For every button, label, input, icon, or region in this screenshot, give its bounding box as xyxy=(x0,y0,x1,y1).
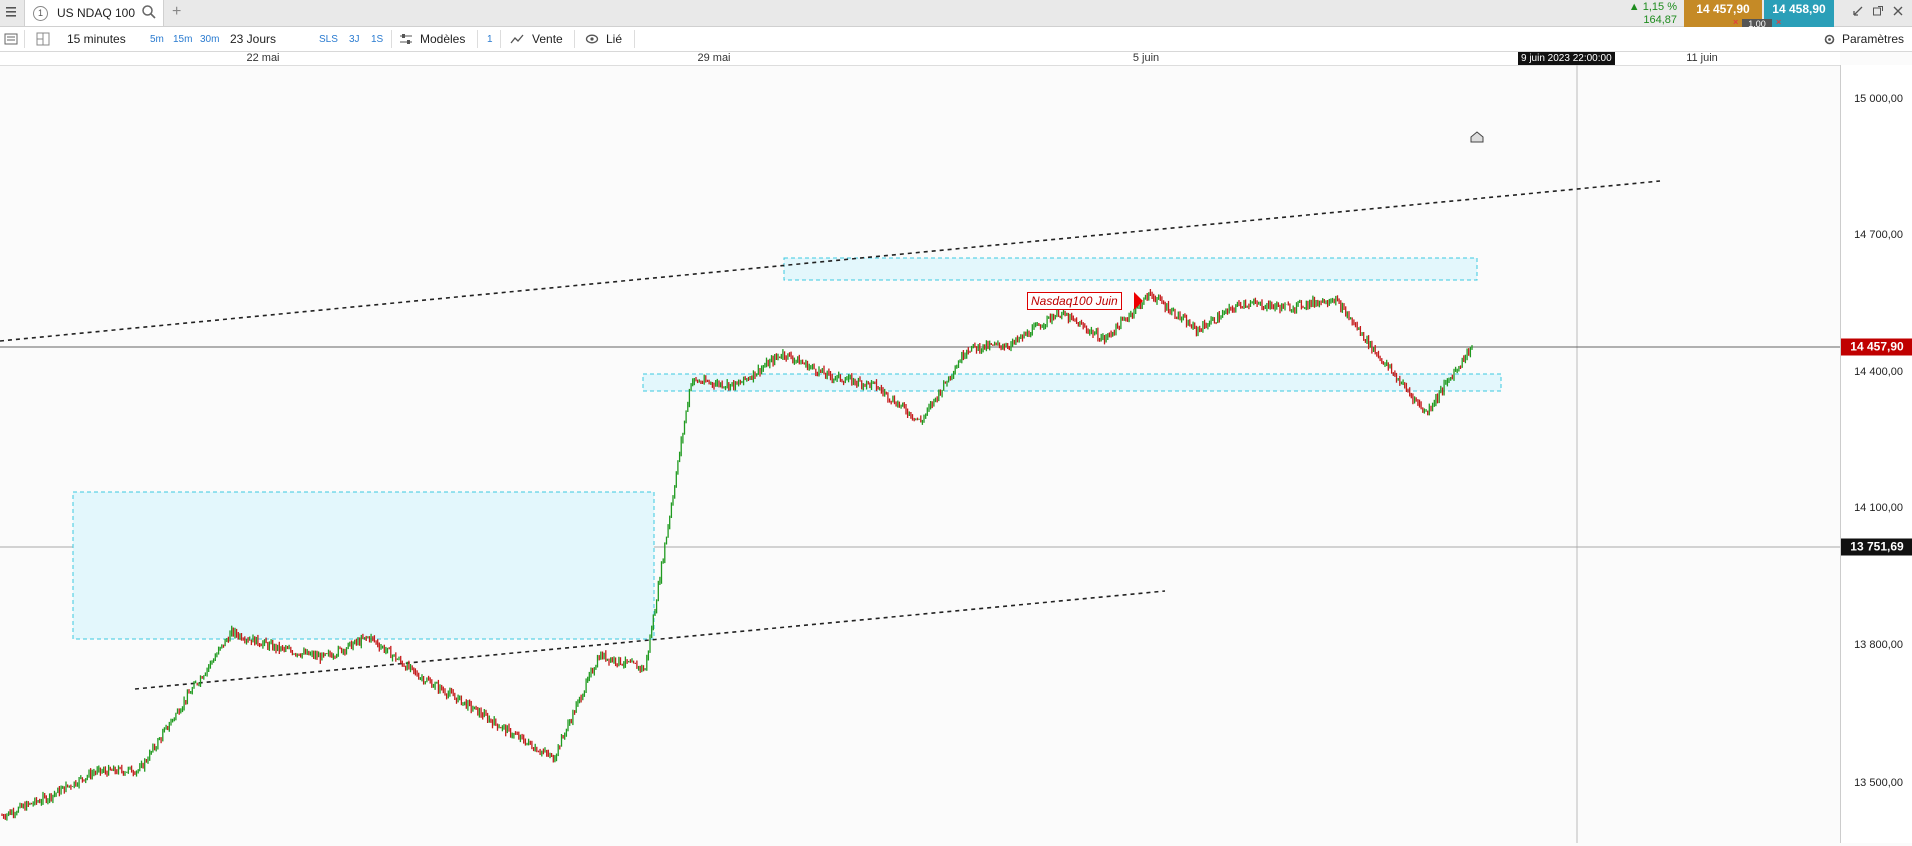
range-1s-button[interactable]: 1S xyxy=(371,34,383,45)
price-axis: 15 000,00 14 700,00 14 400,00 14 100,00 … xyxy=(1840,65,1912,843)
models-button[interactable]: Modèles xyxy=(420,32,465,46)
close-icon[interactable] xyxy=(1892,5,1904,17)
add-tab-button[interactable]: + xyxy=(172,3,181,21)
range-select[interactable]: 23 Jours xyxy=(230,32,276,46)
price-label: 15 000,00 xyxy=(1854,93,1903,105)
buy-price: 14 458,90 xyxy=(1772,2,1826,16)
tab-us-ndaq-100[interactable]: 1 US NDAQ 100 xyxy=(24,0,164,26)
timeframe-30m-button[interactable]: 30m xyxy=(200,34,219,45)
tab-bar: 1 US NDAQ 100 + ▲ 1,15 % 164,87 14 457,9… xyxy=(0,0,1912,30)
daily-change: ▲ 1,15 % 164,87 xyxy=(1625,1,1677,27)
trade-icon[interactable] xyxy=(510,33,524,45)
separator xyxy=(500,30,501,48)
date-label: 29 mai xyxy=(697,52,731,64)
date-label: 5 juin xyxy=(1132,52,1160,64)
range-3j-button[interactable]: 3J xyxy=(349,34,360,45)
date-axis: 22 mai 29 mai 5 juin 11 juin 9 juin 2023… xyxy=(0,52,1840,66)
price-label: 14 400,00 xyxy=(1854,366,1903,378)
linked-button[interactable]: Lié xyxy=(606,32,622,46)
timeframe-select[interactable]: 15 minutes xyxy=(67,32,126,46)
date-label: 22 mai xyxy=(246,52,280,64)
price-label: 14 100,00 xyxy=(1854,502,1903,514)
link-icon[interactable] xyxy=(585,33,599,45)
home-icon[interactable] xyxy=(1470,131,1484,143)
chart-toolbar: 15 minutes 5m 15m 30m 23 Jours SLS 3J 1S… xyxy=(0,27,1912,52)
menu-icon[interactable] xyxy=(5,5,17,19)
separator xyxy=(574,30,575,48)
sell-x-icon[interactable]: × xyxy=(1733,17,1738,27)
settings-button[interactable]: Paramètres xyxy=(1842,32,1904,46)
range-sls-button[interactable]: SLS xyxy=(319,34,338,45)
timeframe-15m-button[interactable]: 15m xyxy=(173,34,192,45)
price-label: 14 700,00 xyxy=(1854,229,1903,241)
buy-price-button[interactable]: 14 458,90 xyxy=(1764,0,1834,30)
current-price-tag: 14 457,90 xyxy=(1841,338,1912,356)
buy-x-icon[interactable]: × xyxy=(1776,17,1781,27)
separator xyxy=(634,30,635,48)
list-icon[interactable] xyxy=(4,32,18,46)
zone-accumulation[interactable] xyxy=(72,491,655,640)
popout-icon[interactable] xyxy=(1872,5,1884,17)
change-percent: ▲ 1,15 % xyxy=(1628,1,1677,13)
date-label: 11 juin xyxy=(1686,52,1718,64)
price-label: 13 800,00 xyxy=(1854,639,1903,651)
separator xyxy=(477,30,478,48)
level-price-tag: 13 751,69 xyxy=(1841,538,1912,556)
tab-title: US NDAQ 100 xyxy=(57,6,136,20)
annotation-label[interactable]: Nasdaq100 Juin xyxy=(1027,292,1122,310)
gear-icon[interactable] xyxy=(1823,33,1836,46)
separator xyxy=(391,30,392,48)
zone-resistance[interactable] xyxy=(783,257,1478,281)
zone-support[interactable] xyxy=(642,373,1502,392)
annotation-arrow-icon xyxy=(1134,292,1143,310)
alerts-count-button[interactable]: 1 xyxy=(487,34,493,45)
crosshair-date: 9 juin 2023 22:00:00 xyxy=(1518,52,1615,65)
search-icon[interactable] xyxy=(141,4,157,20)
price-label: 13 500,00 xyxy=(1854,777,1903,789)
collapse-icon[interactable] xyxy=(1852,5,1864,17)
sell-price: 14 457,90 xyxy=(1696,2,1750,16)
timeframe-5m-button[interactable]: 5m xyxy=(150,34,164,45)
sliders-icon[interactable] xyxy=(399,33,413,45)
price-chart[interactable]: Nasdaq100 Juin xyxy=(0,65,1840,843)
sell-button[interactable]: Vente xyxy=(532,32,563,46)
layout-icon[interactable] xyxy=(36,32,50,46)
change-points: 164,87 xyxy=(1643,14,1677,26)
chart-canvas[interactable] xyxy=(0,65,1840,843)
tab-number: 1 xyxy=(33,6,48,21)
separator xyxy=(24,30,25,48)
